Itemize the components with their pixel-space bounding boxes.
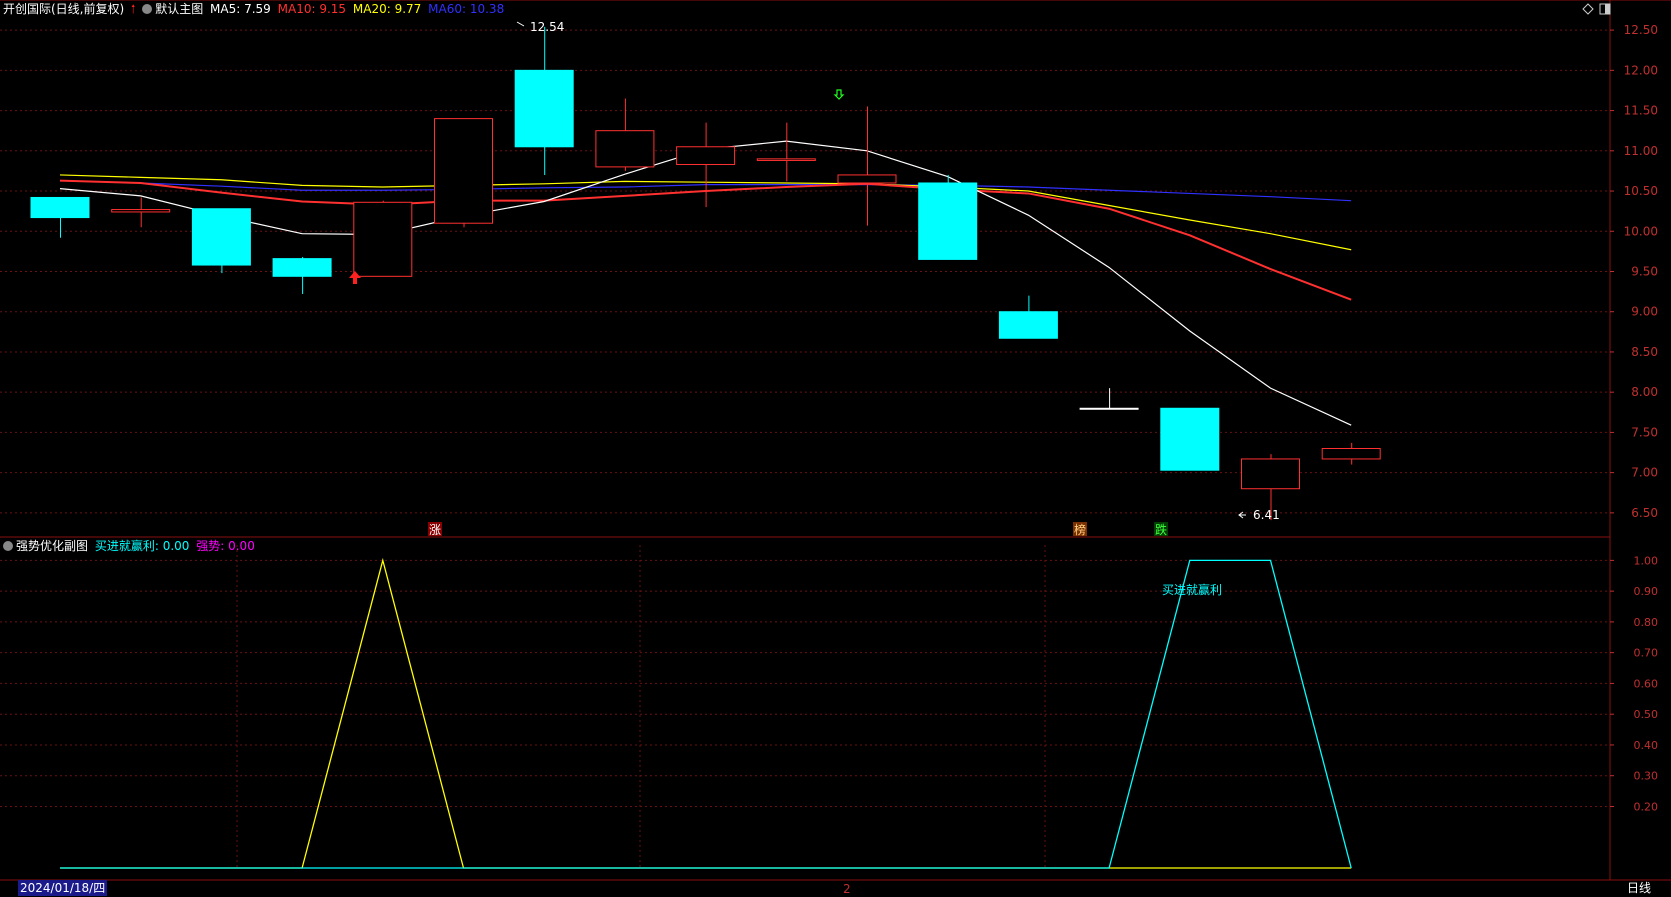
low-annotation: 6.41 xyxy=(1238,508,1280,522)
window-toggle-icon-fill xyxy=(1605,4,1610,14)
sub-axis-label: 0.60 xyxy=(1634,677,1659,690)
marker-zhang-text: 涨 xyxy=(429,522,441,537)
sub-annotation: 买进就赢利 xyxy=(1162,582,1222,597)
sub-series2-label: 强势: 0.00 xyxy=(196,539,255,553)
marker-die-text: 跌 xyxy=(1155,522,1167,537)
candle-body xyxy=(272,258,332,277)
window-buttons[interactable] xyxy=(1582,3,1611,15)
sell-arrow-icon xyxy=(833,89,845,100)
main-chart-menu-icon[interactable] xyxy=(142,4,153,14)
candle-body xyxy=(1160,407,1220,471)
sub-axis: 1.00 0.90 0.80 0.70 0.60 0.50 0.40 0.30 0.20 xyxy=(1610,554,1658,813)
price-axis-label: 11.00 xyxy=(1624,144,1658,158)
sub-axis-label: 0.70 xyxy=(1634,647,1659,660)
period-label[interactable]: 日线 xyxy=(1627,880,1651,896)
chart-frames xyxy=(0,0,1671,881)
candle-body xyxy=(514,69,574,148)
ma60-label: MA60: 10.38 xyxy=(428,2,505,16)
price-axis-label: 10.50 xyxy=(1624,184,1658,198)
marker-bang-text: 榜 xyxy=(1074,522,1086,537)
price-axis-label: 8.00 xyxy=(1631,385,1658,399)
ma5-label: MA5: 7.59 xyxy=(210,2,271,16)
sub-axis-label: 0.20 xyxy=(1634,800,1659,813)
candle-body xyxy=(1321,447,1381,460)
candle-body xyxy=(191,208,251,266)
high-annotation: 12.54 xyxy=(516,20,564,34)
sub-axis-label: 0.40 xyxy=(1634,739,1659,752)
sub-series1-label: 买进就赢利: 0.00 xyxy=(94,539,190,553)
price-axis-label: 8.50 xyxy=(1631,345,1658,359)
price-axis-label: 12.00 xyxy=(1624,63,1658,77)
price-axis: 12.50 12.00 11.50 11.00 10.50 10.00 9.50 9.00 8.… xyxy=(1610,23,1658,520)
low-label: 6.41 xyxy=(1253,508,1280,522)
price-axis-label: 11.50 xyxy=(1624,104,1658,118)
footer-marker: 2 xyxy=(843,882,851,896)
candle-body xyxy=(30,196,90,219)
ma20-label: MA20: 9.77 xyxy=(352,2,422,16)
ma10-label: MA10: 9.15 xyxy=(277,2,347,16)
kline-chart[interactable]: 12.50 12.00 11.50 11.00 10.50 10.00 9.50 9.00 8.… xyxy=(0,0,1671,897)
candle-body xyxy=(1241,458,1300,490)
candle-body xyxy=(918,182,978,260)
sub-chart-title[interactable]: 强势优化副图 xyxy=(16,539,88,553)
price-axis-label: 6.50 xyxy=(1631,506,1658,520)
candle-body xyxy=(837,174,897,184)
price-axis-label: 7.00 xyxy=(1631,466,1658,480)
sub-axis-label: 1.00 xyxy=(1634,554,1659,567)
marker-zhang: 涨 xyxy=(428,522,442,537)
diamond-icon[interactable] xyxy=(1582,3,1594,15)
candle-body xyxy=(998,311,1058,339)
candle-body xyxy=(434,118,493,224)
date-label: 2024/01/18/四 xyxy=(18,880,108,896)
main-grid xyxy=(0,29,1610,514)
price-axis-label: 10.00 xyxy=(1624,224,1658,238)
price-axis-label: 9.50 xyxy=(1631,264,1658,278)
marker-die: 跌 xyxy=(1154,522,1168,537)
candle-body xyxy=(111,209,171,213)
sub-header: 强势优化副图 买进就赢利: 0.00 强势: 0.00 xyxy=(3,538,258,554)
candle-body xyxy=(595,130,655,168)
sub-axis-label: 0.30 xyxy=(1634,770,1659,783)
sub-axis-label: 0.50 xyxy=(1634,708,1659,721)
price-axis-label: 9.00 xyxy=(1631,305,1658,319)
sub-axis-label: 0.80 xyxy=(1634,616,1659,629)
main-header: 开创国际(日线,前复权) 🠑 默认主图 MA5: 7.59 MA10: 9.15… xyxy=(3,1,507,17)
candle-body xyxy=(756,158,816,161)
main-chart-name[interactable]: 默认主图 xyxy=(155,2,203,16)
price-axis-label: 12.50 xyxy=(1624,23,1658,37)
up-arrow-icon: 🠑 xyxy=(131,2,136,16)
sub-axis-label: 0.90 xyxy=(1634,585,1659,598)
candle-body xyxy=(353,201,413,277)
sub-grid xyxy=(0,545,1610,868)
sub-chart-menu-icon[interactable] xyxy=(3,541,13,551)
price-axis-label: 7.50 xyxy=(1631,425,1658,439)
stock-title: 开创国际(日线,前复权) xyxy=(3,2,125,16)
candle-body xyxy=(1079,407,1139,410)
high-label: 12.54 xyxy=(530,20,564,34)
candle-body xyxy=(676,146,736,165)
candles xyxy=(30,26,1381,521)
marker-bang: 榜 xyxy=(1073,522,1087,537)
